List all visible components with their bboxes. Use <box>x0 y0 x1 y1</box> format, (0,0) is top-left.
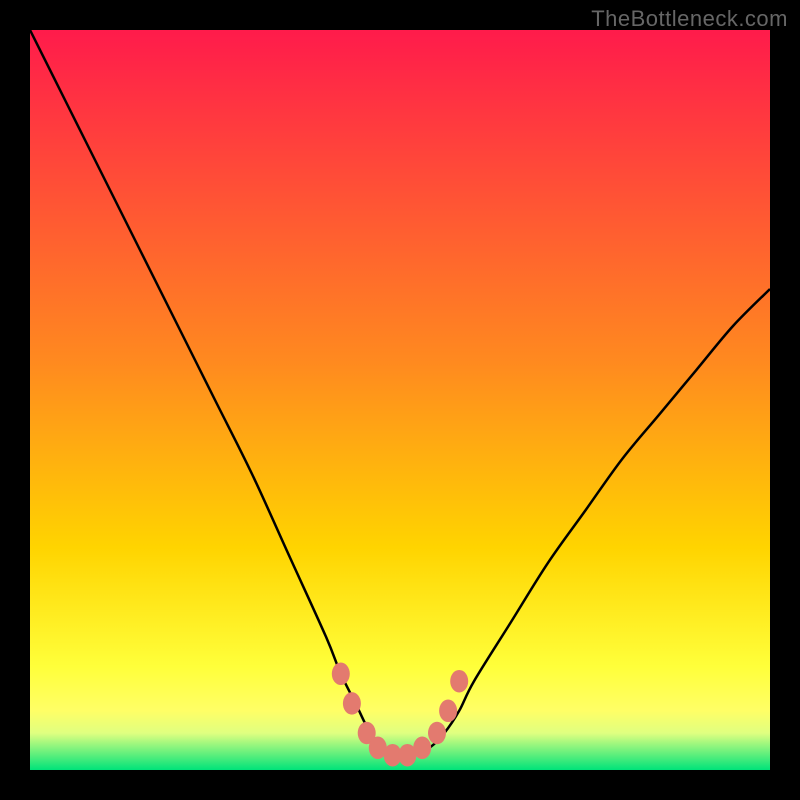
chart-svg <box>30 30 770 770</box>
highlight-dot <box>413 737 431 760</box>
highlight-dot <box>332 663 350 686</box>
highlight-dot <box>428 722 446 745</box>
gradient-background <box>30 30 770 770</box>
chart-container: TheBottleneck.com <box>0 0 800 800</box>
highlight-dot <box>343 692 361 715</box>
highlight-dot <box>450 670 468 693</box>
watermark-text: TheBottleneck.com <box>591 6 788 32</box>
plot-area <box>30 30 770 770</box>
highlight-dot <box>439 700 457 723</box>
